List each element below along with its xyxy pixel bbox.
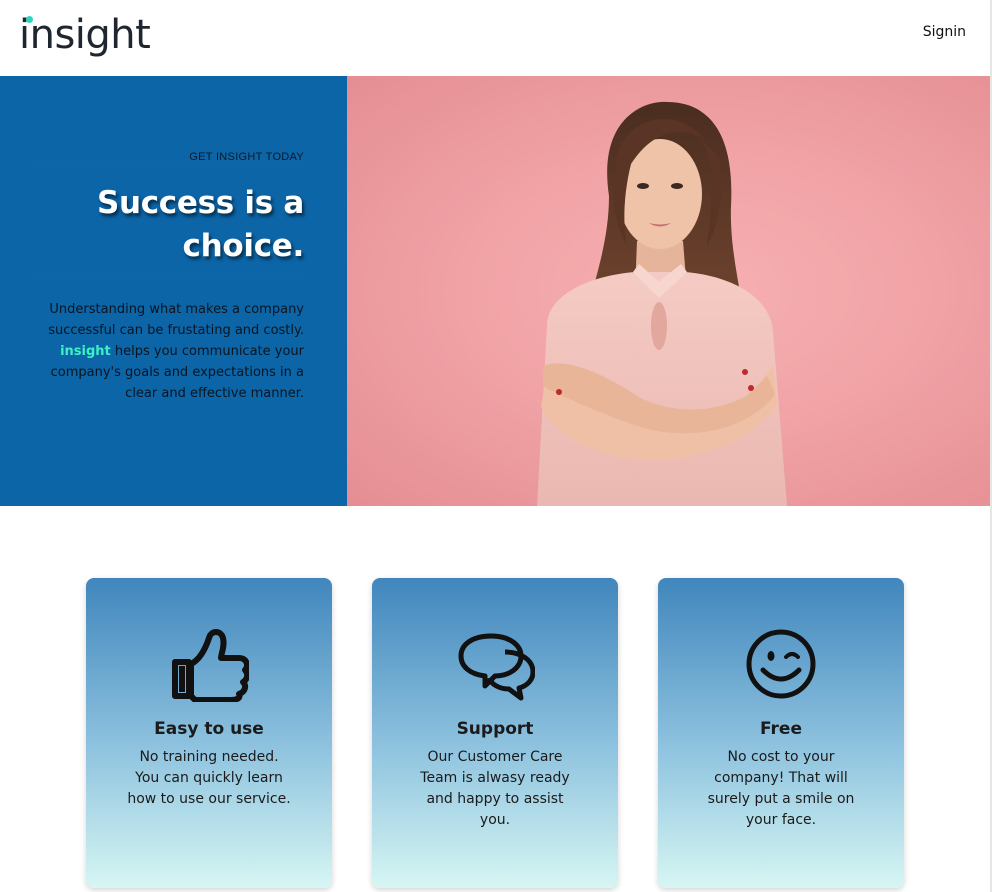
hero-headline: Success is a choice. (96, 185, 304, 264)
hero-eyebrow: GET INSIGHT TODAY (189, 151, 304, 163)
feature-title: Free (760, 719, 802, 739)
chat-bubbles-icon (458, 633, 535, 701)
woman-arms-crossed-photo (537, 101, 787, 506)
feature-card: Free No cost to your company! That will … (658, 578, 904, 888)
features-section: Easy to use No training needed. You can … (0, 506, 990, 892)
feature-title: Easy to use (154, 719, 264, 739)
signin-link[interactable]: Signin (923, 24, 966, 40)
hero-description-text: Understanding what makes a company succe… (48, 302, 304, 338)
hero-section: GET INSIGHT TODAY Success is a choice. U… (0, 76, 990, 506)
feature-text: No cost to your company! That will surel… (707, 749, 855, 828)
hero-text-panel: GET INSIGHT TODAY Success is a choice. U… (0, 76, 347, 506)
feature-text: Our Customer Care Team is alwasy ready a… (420, 749, 570, 828)
hero-photo (347, 76, 990, 506)
logo-dot (26, 16, 33, 23)
feature-card: Support Our Customer Care Team is alwasy… (372, 578, 618, 888)
divider (30, 275, 304, 276)
brand-highlight: insight (60, 344, 111, 359)
divider (30, 165, 304, 166)
feature-card: Easy to use No training needed. You can … (86, 578, 332, 888)
thumbs-up-icon (172, 629, 249, 702)
wink-smiley-icon (746, 629, 816, 699)
feature-text: No training needed. You can quickly lear… (127, 749, 291, 807)
logo[interactable]: insight (19, 9, 151, 61)
hero-description: Understanding what makes a company succe… (30, 299, 304, 404)
site-header: insight Signin (0, 0, 990, 76)
feature-title: Support (456, 719, 534, 739)
